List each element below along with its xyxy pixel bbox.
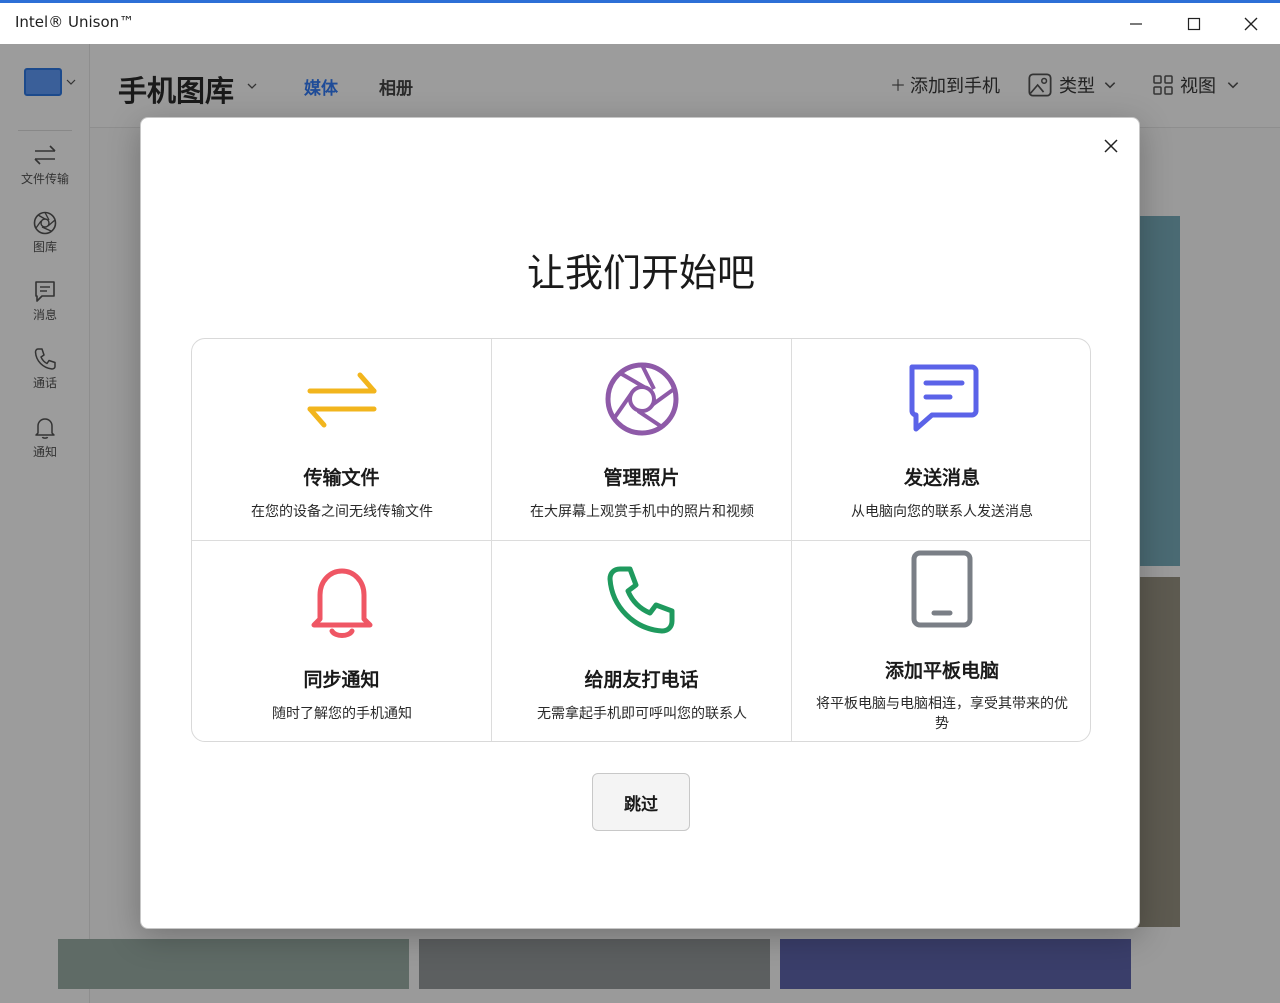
- feature-title: 同步通知: [303, 669, 380, 691]
- chevron-down-icon: [66, 79, 76, 85]
- feature-title: 传输文件: [303, 467, 380, 489]
- close-icon: [1104, 139, 1118, 153]
- nav-item-transfer[interactable]: 文件传输: [0, 142, 90, 198]
- feature-description: 在大屏幕上观赏手机中的照片和视频: [530, 504, 754, 520]
- nav-item-notifications[interactable]: 通知: [0, 415, 90, 471]
- laptop-icon: [24, 68, 62, 96]
- feature-description: 将平板电脑与电脑相连，享受其带来的优势: [816, 696, 1068, 732]
- chevron-down-icon: [1227, 82, 1239, 89]
- image-icon: [1028, 73, 1052, 97]
- feature-card-photos: 管理照片 在大屏幕上观赏手机中的照片和视频: [492, 339, 792, 541]
- nav-rail: 文件传输 图库 消息 通话 通知: [0, 44, 90, 1003]
- transfer-icon: [34, 145, 56, 165]
- grid-view-icon: [1153, 75, 1173, 95]
- feature-card-messages: 发送消息 从电脑向您的联系人发送消息: [792, 339, 1090, 541]
- close-icon: [1244, 17, 1258, 30]
- bell-icon: [35, 418, 55, 439]
- feature-card-tablet: 添加平板电脑 将平板电脑与电脑相连，享受其带来的优势: [792, 541, 1090, 741]
- nav-label: 图库: [32, 240, 57, 254]
- plus-icon: [892, 79, 904, 91]
- type-label: 类型: [1059, 76, 1095, 97]
- nav-item-gallery[interactable]: 图库: [0, 210, 90, 266]
- minimize-icon: [1130, 22, 1142, 25]
- feature-title: 管理照片: [603, 467, 680, 489]
- maximize-icon: [1187, 17, 1201, 30]
- nav-label: 通话: [32, 376, 57, 390]
- aperture-icon: [602, 359, 682, 439]
- chevron-down-icon: [1104, 82, 1116, 89]
- nav-label: 消息: [32, 308, 57, 322]
- message-icon: [35, 281, 55, 302]
- tab-album[interactable]: 相册: [379, 74, 413, 99]
- close-dialog-button[interactable]: [1099, 134, 1123, 158]
- feature-grid: 传输文件 在您的设备之间无线传输文件 管理照片 在大屏幕上观赏手机中的照片和视频…: [191, 338, 1091, 742]
- close-window-button[interactable]: [1222, 3, 1280, 44]
- nav-item-calls[interactable]: 通话: [0, 346, 90, 402]
- onboarding-dialog: 让我们开始吧 传输文件 在您的设备之间无线传输文件 管理照片 在大屏幕上观赏手机…: [140, 117, 1140, 929]
- feature-title: 发送消息: [903, 467, 980, 489]
- view-button[interactable]: 视图: [1152, 72, 1246, 98]
- feature-title: 添加平板电脑: [884, 660, 999, 682]
- phone-icon: [602, 561, 682, 641]
- page-title: 手机图库: [118, 74, 235, 108]
- add-to-phone-label: 添加到手机: [910, 76, 1000, 97]
- title-bar: Intel® Unison™: [0, 0, 1280, 44]
- nav-label: 通知: [32, 445, 57, 459]
- chevron-down-icon[interactable]: [246, 80, 258, 92]
- phone-icon: [34, 348, 56, 370]
- feature-title: 给朋友打电话: [584, 669, 699, 691]
- feature-description: 从电脑向您的联系人发送消息: [851, 504, 1033, 520]
- skip-button[interactable]: 跳过: [592, 773, 690, 831]
- type-filter-button[interactable]: 类型: [1027, 72, 1123, 98]
- transfer-icon: [302, 359, 382, 439]
- feature-description: 在您的设备之间无线传输文件: [251, 504, 433, 520]
- gallery-photo[interactable]: [419, 939, 770, 989]
- view-label: 视图: [1180, 76, 1216, 97]
- device-selector[interactable]: [24, 64, 84, 100]
- divider: [18, 130, 72, 131]
- minimize-button[interactable]: [1107, 3, 1165, 44]
- bell-icon: [302, 561, 382, 641]
- chat-icon: [902, 359, 982, 439]
- feature-card-notifications: 同步通知 随时了解您的手机通知: [192, 541, 492, 741]
- nav-label: 文件传输: [20, 172, 69, 186]
- feature-card-transfer: 传输文件 在您的设备之间无线传输文件: [192, 339, 492, 541]
- gallery-photo[interactable]: [58, 939, 409, 989]
- add-to-phone-button[interactable]: 添加到手机: [890, 72, 1000, 98]
- gallery-photo[interactable]: [780, 939, 1131, 989]
- tablet-icon: [902, 549, 982, 629]
- tab-media[interactable]: 媒体: [304, 74, 338, 99]
- maximize-button[interactable]: [1165, 3, 1223, 44]
- dialog-title: 让我们开始吧: [526, 251, 755, 295]
- feature-card-calls: 给朋友打电话 无需拿起手机即可呼叫您的联系人: [492, 541, 792, 741]
- nav-item-messages[interactable]: 消息: [0, 278, 90, 334]
- window-title: Intel® Unison™: [15, 13, 135, 31]
- feature-description: 无需拿起手机即可呼叫您的联系人: [537, 706, 747, 722]
- feature-description: 随时了解您的手机通知: [272, 706, 412, 722]
- top-bar: 手机图库 媒体 相册 添加到手机 类型 视图: [90, 44, 1280, 128]
- gallery-icon: [33, 211, 57, 235]
